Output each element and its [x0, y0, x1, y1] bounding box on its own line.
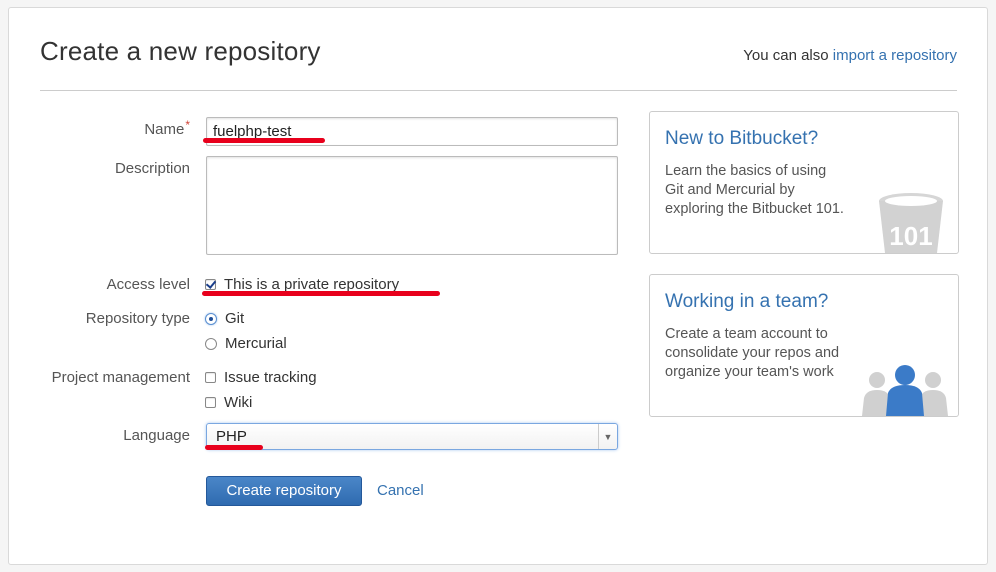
card-title-new-to-bitbucket[interactable]: New to Bitbucket? [665, 128, 818, 150]
repo-type-mercurial-option[interactable]: Mercurial [205, 335, 287, 352]
card-body-working-in-team: Create a team account to consolidate you… [665, 326, 840, 380]
create-repo-panel: Create a new repository You can also imp… [8, 7, 988, 565]
import-prefix-text: You can also [743, 47, 829, 64]
access-level-label: Access level [106, 276, 190, 293]
mercurial-label: Mercurial [225, 335, 287, 352]
wiki-option[interactable]: Wiki [205, 394, 252, 411]
card-title-working-in-team[interactable]: Working in a team? [665, 291, 828, 313]
wiki-label: Wiki [224, 394, 253, 411]
name-label-text: Name [144, 121, 185, 138]
annotation-underline-private [202, 291, 440, 296]
bucket-101-icon: 101 [879, 193, 943, 253]
issue-tracking-option[interactable]: Issue tracking [205, 369, 317, 386]
import-hint: You can also import a repository [743, 47, 957, 64]
repository-type-label: Repository type [85, 310, 190, 327]
git-radio[interactable] [205, 312, 217, 325]
annotation-underline-language [205, 445, 263, 450]
language-selected-value: PHP [216, 428, 247, 445]
card-body-new-to-bitbucket: Learn the basics of using Git and Mercur… [665, 163, 844, 217]
issue-tracking-checkbox[interactable] [205, 372, 216, 383]
issue-tracking-label: Issue tracking [224, 369, 317, 386]
header-divider [40, 90, 957, 91]
import-repository-link[interactable]: import a repository [833, 47, 957, 64]
mercurial-radio[interactable] [205, 337, 217, 350]
project-management-label: Project management [51, 369, 190, 386]
working-in-team-card: Working in a team? Create a team account… [649, 274, 959, 417]
description-textarea[interactable] [206, 156, 618, 255]
language-select[interactable]: PHP ▼ [206, 423, 618, 450]
cancel-link[interactable]: Cancel [377, 482, 424, 499]
repo-type-git-option[interactable]: Git [205, 310, 244, 327]
required-mark: * [185, 118, 190, 132]
language-label: Language [123, 427, 190, 444]
page-title: Create a new repository [40, 36, 321, 66]
wiki-checkbox[interactable] [205, 397, 216, 408]
annotation-underline-name [203, 138, 325, 143]
name-label: Name* [144, 118, 190, 138]
chevron-down-icon[interactable]: ▼ [598, 424, 617, 449]
team-users-icon [862, 365, 948, 416]
description-label: Description [114, 160, 190, 177]
new-to-bitbucket-card: New to Bitbucket? Learn the basics of us… [649, 111, 959, 254]
create-repository-button[interactable]: Create repository [206, 476, 362, 506]
private-checkbox[interactable] [205, 279, 216, 290]
git-label: Git [225, 310, 245, 327]
bucket-101-text: 101 [889, 221, 932, 251]
